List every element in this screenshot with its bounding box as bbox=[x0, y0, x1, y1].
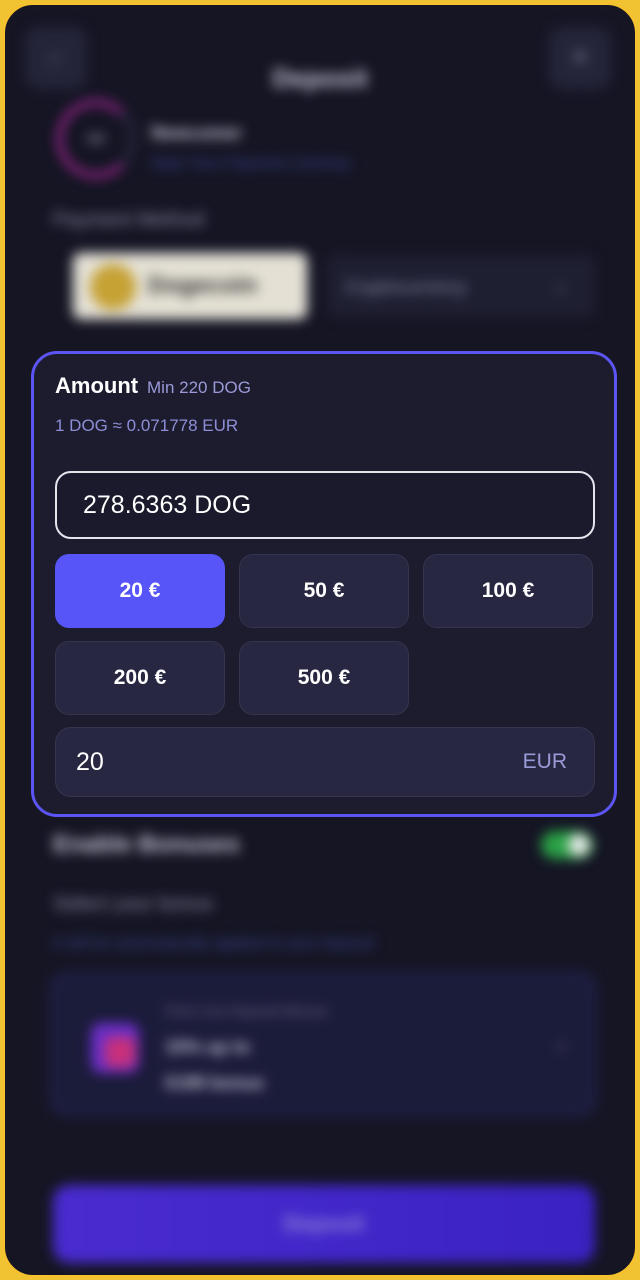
deposit-button[interactable]: Deposit bbox=[53, 1185, 595, 1263]
gift-accent bbox=[105, 1037, 135, 1067]
select-bonus-label: Select your bonus bbox=[53, 893, 214, 915]
bonus-note: It will be automatically applied to your… bbox=[53, 935, 375, 952]
enable-bonuses-label: Enable Bonuses bbox=[53, 831, 240, 858]
payment-method-card[interactable]: Dogecoin bbox=[73, 253, 307, 319]
app-frame: ← Deposit ✕ 0/0 Newcomer Start Your Paym… bbox=[3, 3, 637, 1277]
dogecoin-icon bbox=[90, 264, 136, 310]
preset-200-button[interactable]: 200 € bbox=[55, 641, 225, 715]
fiat-amount-value: 20 bbox=[76, 748, 104, 776]
coin-name: Dogecoin bbox=[148, 272, 258, 299]
preset-50-button[interactable]: 50 € bbox=[239, 554, 409, 628]
close-button[interactable]: ✕ bbox=[549, 27, 611, 89]
preset-20-button[interactable]: 20 € bbox=[55, 554, 225, 628]
bonus-card-line1: 15% up to bbox=[165, 1037, 251, 1057]
exchange-rate: 1 DOG ≈ 0.071778 EUR bbox=[55, 416, 239, 435]
cryptocurrency-label: Cryptocurrency bbox=[345, 277, 468, 297]
bonus-card[interactable]: First Live Deposit Bonus 15% up to €199 … bbox=[51, 973, 595, 1115]
amount-title: Amount bbox=[55, 373, 139, 398]
bonus-card-line2: €199 bonus bbox=[165, 1073, 265, 1093]
fiat-currency-label: EUR bbox=[522, 750, 567, 773]
cryptocurrency-select[interactable]: Cryptocurrency ⌄ bbox=[327, 255, 595, 317]
amount-panel: Amount Min 220 DOG 1 DOG ≈ 0.071778 EUR … bbox=[31, 351, 617, 817]
crypto-amount-input[interactable]: 278.6363 DOG bbox=[55, 471, 595, 539]
preset-500-button[interactable]: 500 € bbox=[239, 641, 409, 715]
page-title: Deposit bbox=[272, 63, 368, 93]
amount-min-label: Min 220 DOG bbox=[147, 378, 251, 397]
level-title: Newcomer bbox=[151, 123, 243, 143]
level-subtitle: Start Your Payment Journey bbox=[151, 155, 351, 172]
payment-method-label: Payment Method bbox=[53, 209, 205, 231]
level-ring-text: 0/0 bbox=[87, 132, 105, 146]
preset-100-button[interactable]: 100 € bbox=[423, 554, 593, 628]
level-progress-ring: 0/0 bbox=[57, 100, 135, 178]
chevron-down-icon: ⌄ bbox=[553, 275, 569, 295]
deposit-button-label: Deposit bbox=[283, 1211, 365, 1236]
fiat-amount-input[interactable]: 20 EUR bbox=[55, 727, 595, 797]
chevron-right-icon: › bbox=[558, 1035, 565, 1057]
close-icon: ✕ bbox=[571, 47, 589, 69]
enable-bonuses-toggle[interactable] bbox=[541, 831, 593, 859]
bonus-card-subtitle: First Live Deposit Bonus bbox=[165, 1003, 328, 1020]
